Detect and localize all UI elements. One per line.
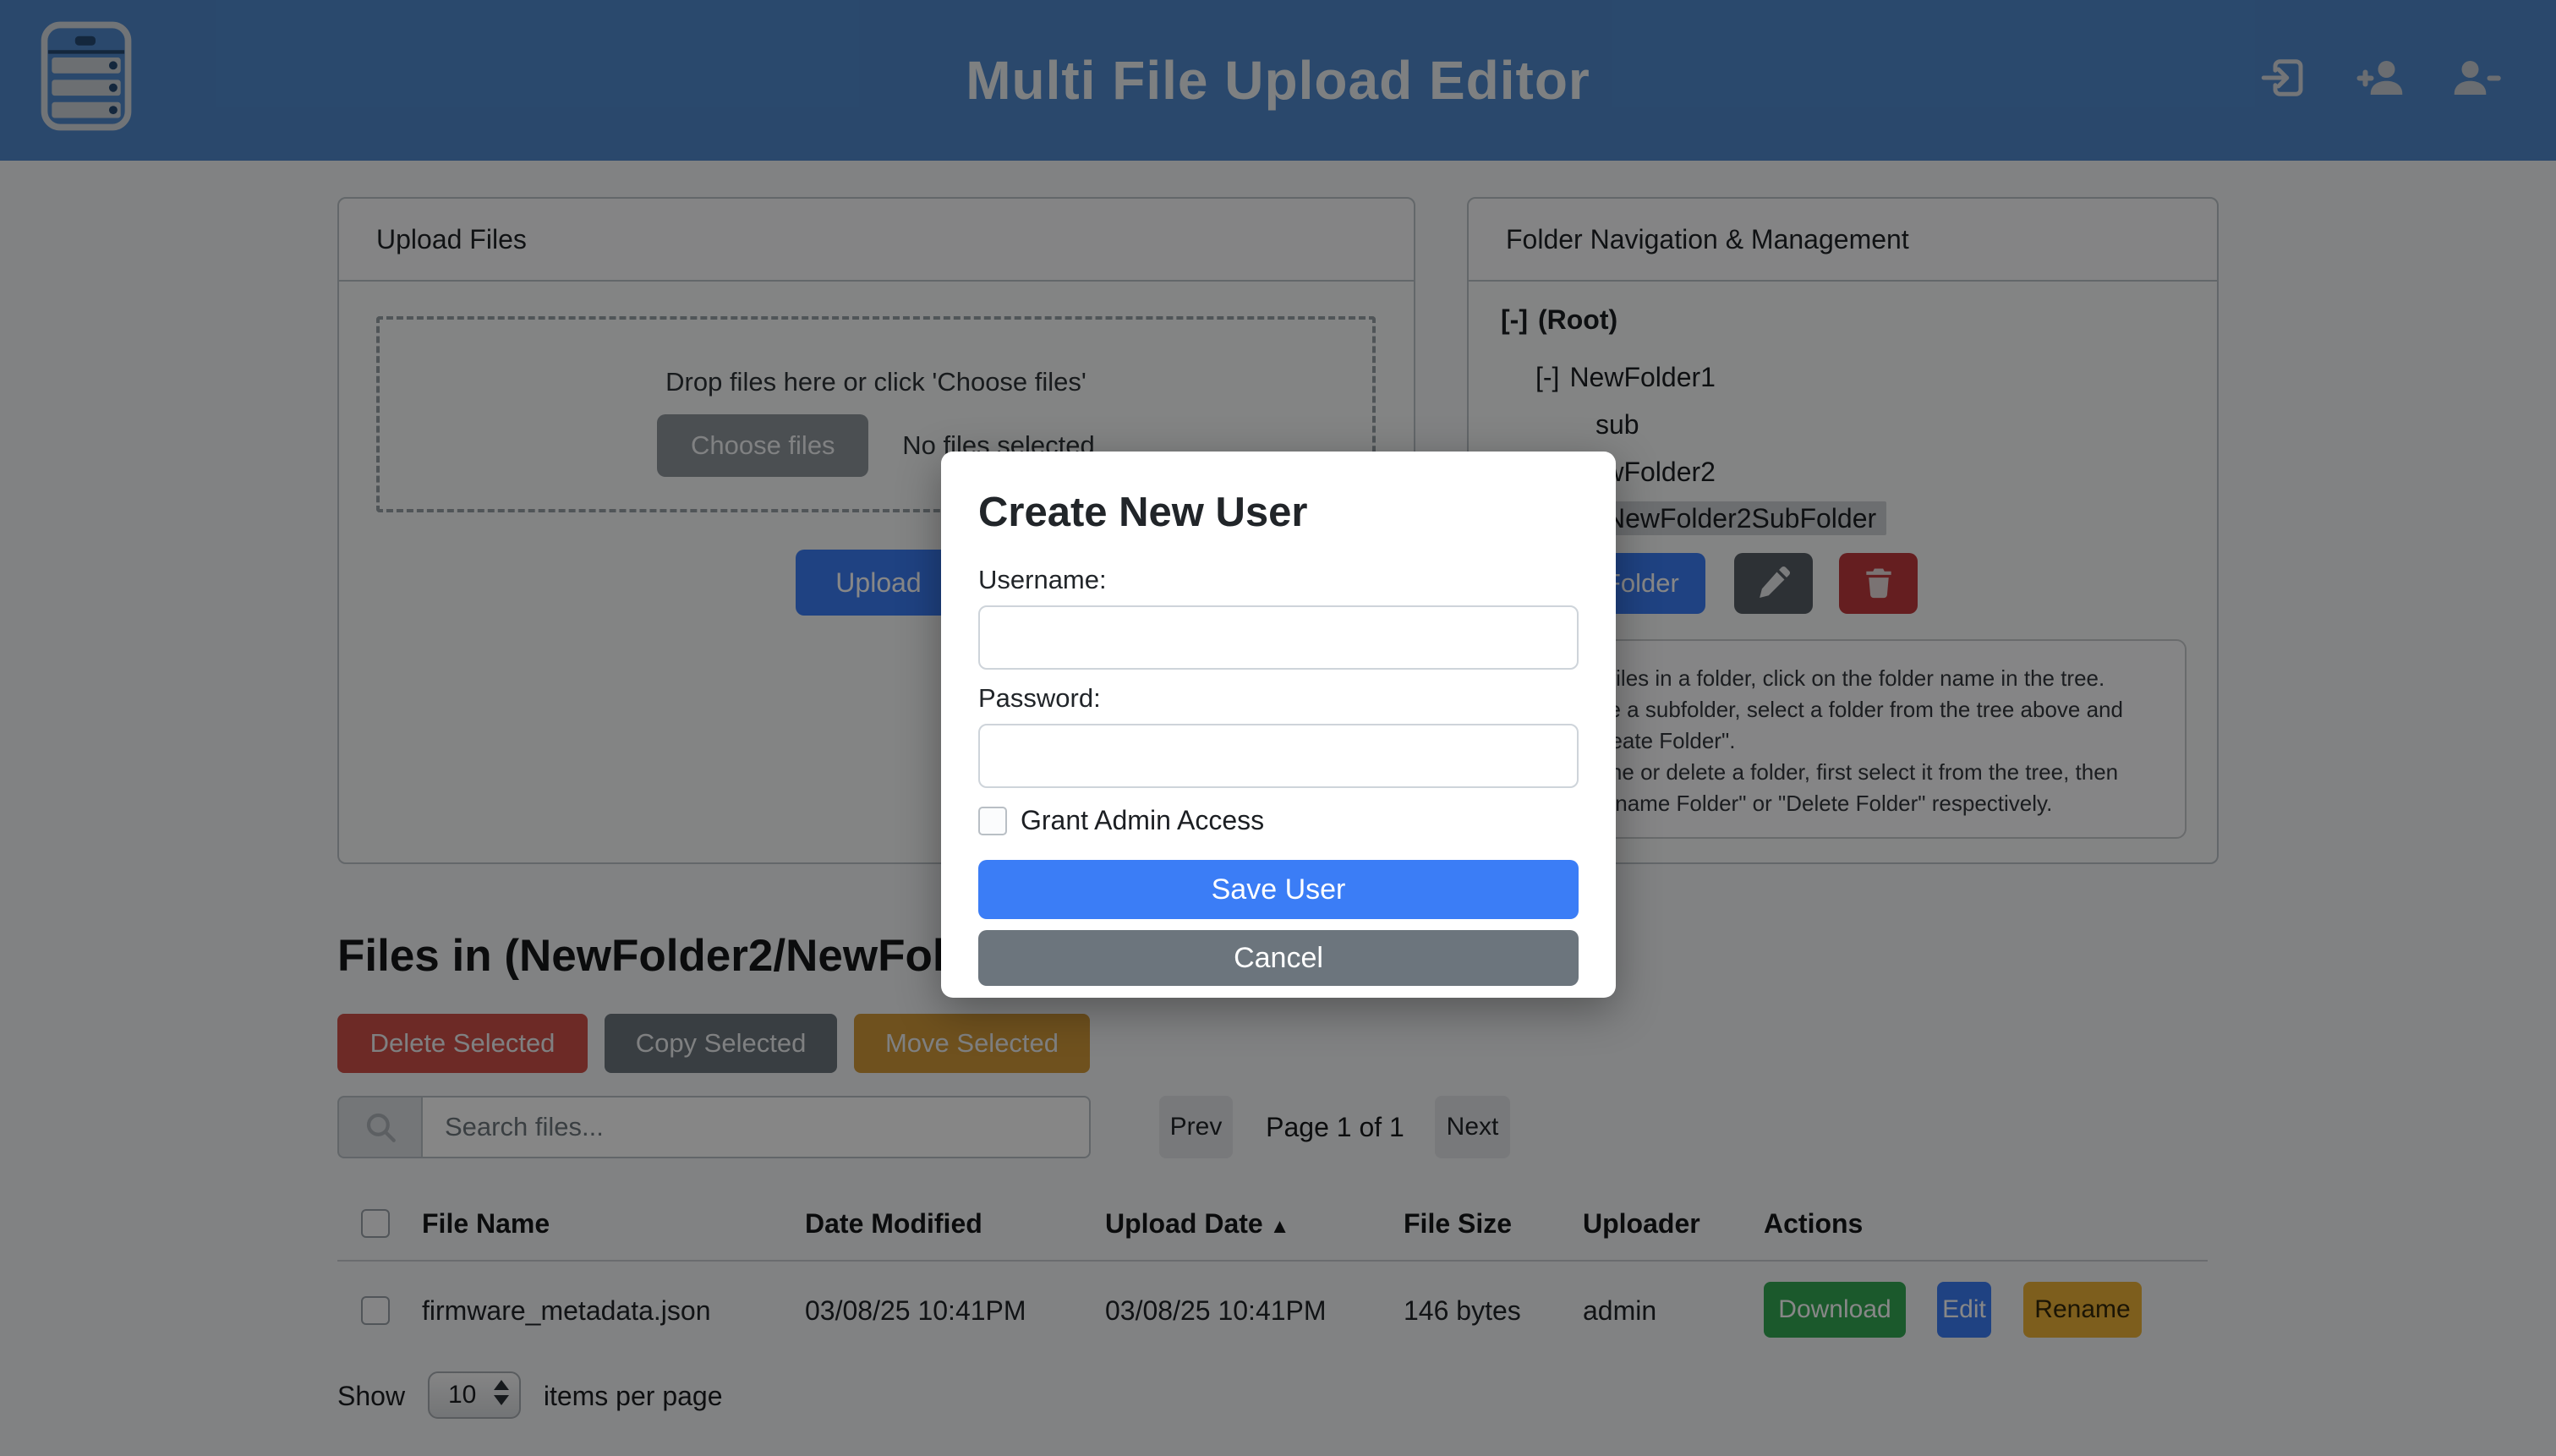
modal-title: Create New User xyxy=(978,489,1579,536)
password-field[interactable] xyxy=(978,724,1579,788)
password-label: Password: xyxy=(978,683,1579,714)
create-user-modal: Create New User Username: Password: Gran… xyxy=(941,452,1616,998)
save-user-button[interactable]: Save User xyxy=(978,860,1579,919)
grant-admin-label: Grant Admin Access xyxy=(1021,805,1264,836)
username-field[interactable] xyxy=(978,605,1579,670)
username-label: Username: xyxy=(978,565,1579,595)
cancel-button[interactable]: Cancel xyxy=(978,930,1579,986)
grant-admin-checkbox[interactable] xyxy=(978,807,1007,835)
